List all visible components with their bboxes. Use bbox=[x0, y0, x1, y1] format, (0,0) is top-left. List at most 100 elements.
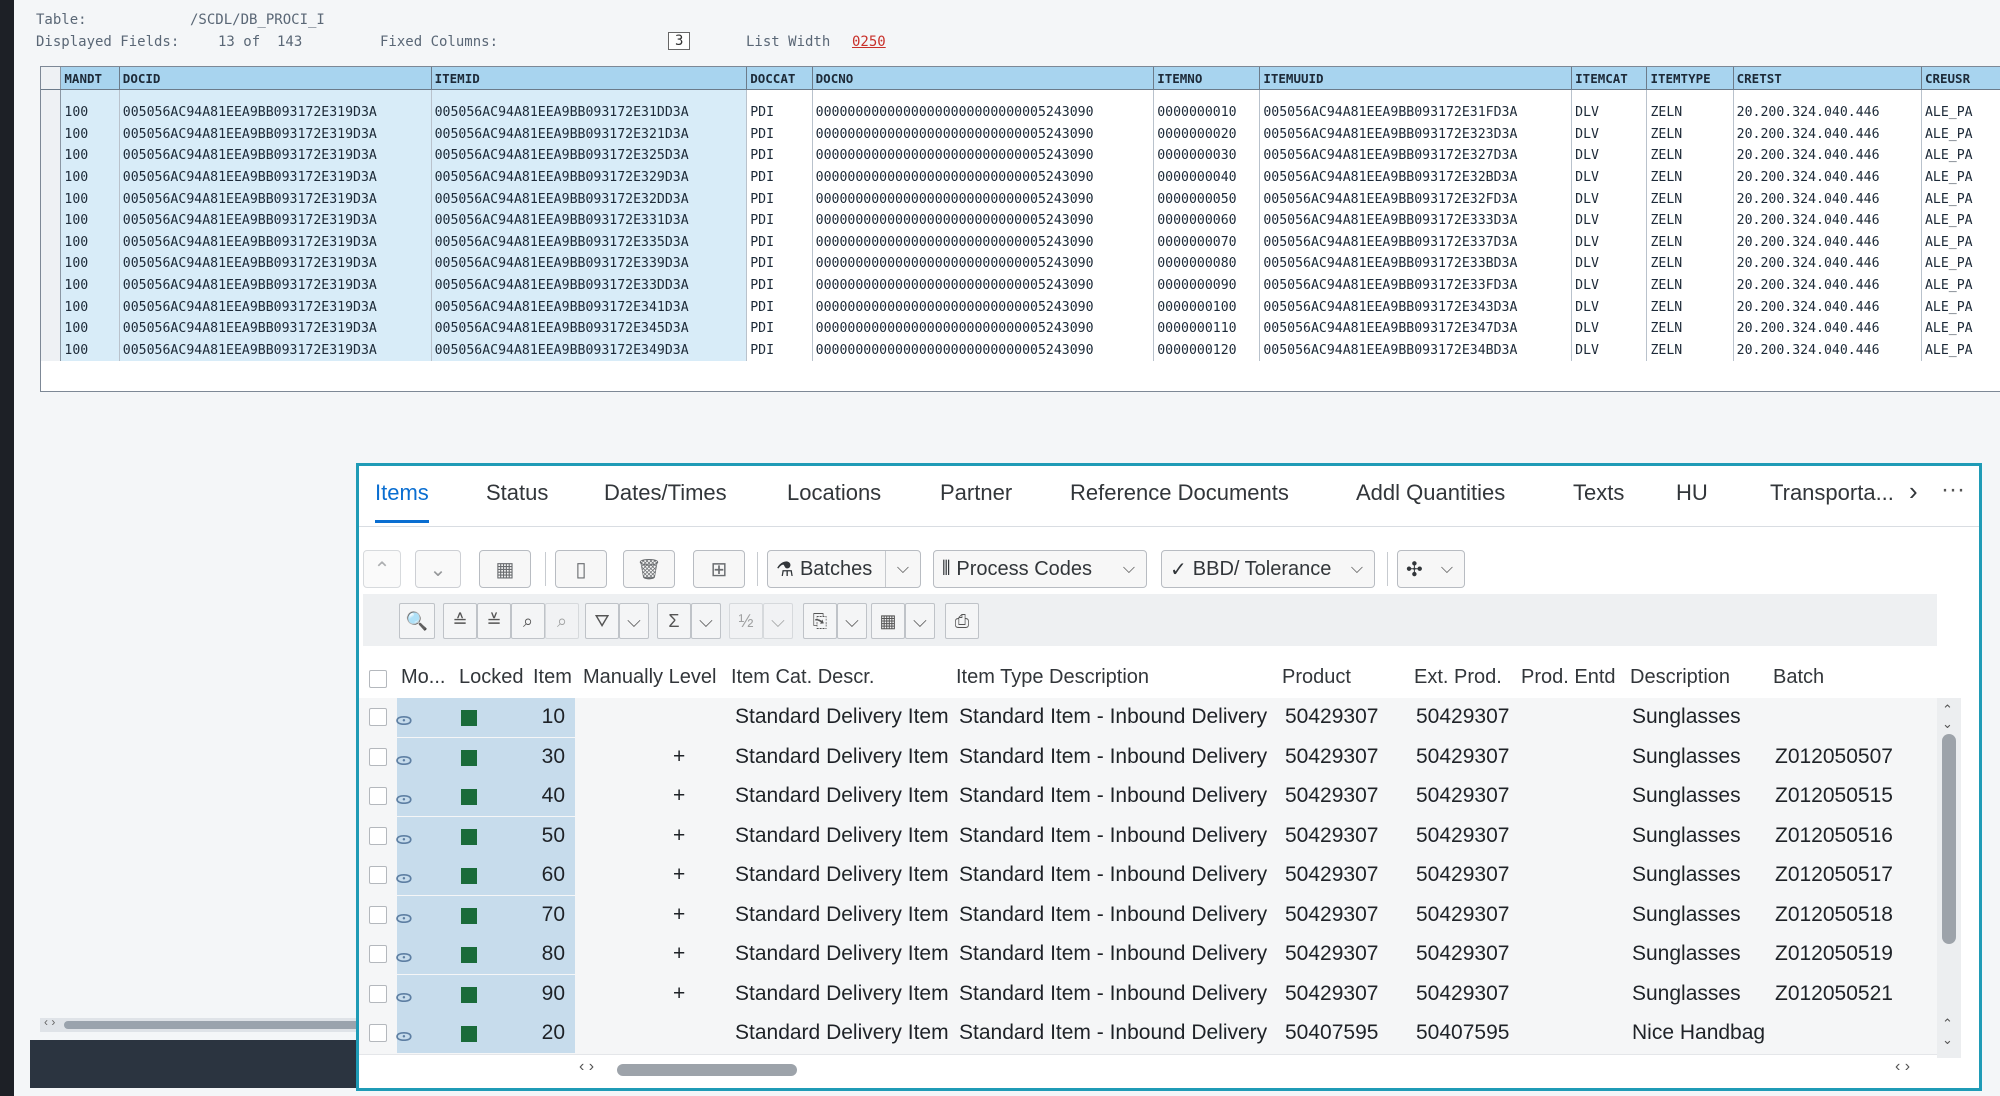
col-header-manually-level[interactable]: Manually Level bbox=[583, 666, 716, 689]
link-icon[interactable]: ᯣ bbox=[395, 905, 413, 929]
row-selector[interactable] bbox=[41, 123, 62, 146]
tab-texts[interactable]: Texts bbox=[1573, 480, 1624, 506]
se16-table-row[interactable]: 100 005056AC94A81EEA9BB093172E319D3A 00505… bbox=[41, 317, 2000, 340]
cell-product[interactable]: 50407595 bbox=[1285, 1021, 1378, 1045]
row-checkbox[interactable] bbox=[369, 747, 387, 766]
tab-items[interactable]: Items bbox=[375, 480, 429, 523]
tab-hu[interactable]: HU bbox=[1676, 480, 1708, 506]
cell-product[interactable]: 50429307 bbox=[1285, 942, 1378, 966]
link-icon[interactable]: ᯣ bbox=[395, 747, 413, 771]
cell-batch[interactable]: Z012050516 bbox=[1775, 824, 1893, 848]
row-selector[interactable] bbox=[41, 209, 62, 232]
row-selector[interactable] bbox=[41, 296, 62, 318]
select-all-checkbox[interactable] bbox=[369, 670, 387, 688]
chevron-down-icon[interactable]: ⌵ bbox=[1112, 551, 1146, 587]
se16-col-header-itemcat[interactable]: ITEMCAT bbox=[1571, 67, 1648, 90]
cell-batch[interactable]: Z012050515 bbox=[1775, 784, 1893, 808]
process-codes-menu-button[interactable]: ⫴ Process Codes ⌵ bbox=[933, 550, 1147, 588]
link-icon[interactable]: ᯣ bbox=[395, 786, 413, 810]
grid-row[interactable]: ᯣ 70 + Standard Delivery Item Standard Item … bbox=[359, 895, 1939, 936]
detail-view-button[interactable]: ▦ bbox=[479, 550, 531, 588]
row-selector[interactable] bbox=[41, 274, 62, 297]
export-button[interactable]: ⎘ bbox=[803, 603, 837, 639]
subtotal-dropdown-button[interactable]: ⌵ bbox=[763, 603, 793, 639]
grid-row[interactable]: ᯣ 10 Standard Delivery Item Standard Item -… bbox=[359, 698, 1939, 739]
se16-table-row[interactable]: 100 005056AC94A81EEA9BB093172E319D3A 00505… bbox=[41, 253, 2000, 275]
chevron-down-icon[interactable]: ⌵ bbox=[1430, 551, 1464, 587]
se16-col-header-itemuuid[interactable]: ITEMUUID bbox=[1259, 67, 1573, 90]
se16-table-row[interactable]: 100 005056AC94A81EEA9BB093172E319D3A 00505… bbox=[41, 145, 2000, 167]
row-checkbox[interactable] bbox=[369, 708, 387, 726]
cell-product[interactable]: 50429307 bbox=[1285, 745, 1378, 769]
layout-dropdown-button[interactable]: ⌵ bbox=[905, 603, 935, 639]
find-next-button[interactable]: ⌕ bbox=[545, 603, 579, 639]
row-selector[interactable] bbox=[41, 166, 62, 189]
scroll-left-icon[interactable]: ‹ › bbox=[579, 1058, 594, 1076]
tab-locations[interactable]: Locations bbox=[787, 480, 881, 506]
row-selector[interactable] bbox=[41, 102, 62, 124]
tab-dates-times[interactable]: Dates/Times bbox=[604, 480, 727, 506]
cell-product[interactable]: 50429307 bbox=[1285, 705, 1378, 729]
cell-batch[interactable]: Z012050518 bbox=[1775, 903, 1893, 927]
link-icon[interactable]: ᯣ bbox=[395, 865, 413, 889]
col-header-item[interactable]: Item bbox=[533, 666, 572, 689]
scroll-down-icon[interactable]: ⌄ bbox=[1942, 1032, 1953, 1048]
se16-col-header-docid[interactable]: DOCID bbox=[119, 67, 432, 90]
row-checkbox[interactable] bbox=[369, 905, 387, 924]
print-preview-button[interactable]: ⎙ bbox=[945, 603, 979, 639]
move-up-button[interactable]: ⌃ bbox=[363, 550, 401, 588]
tab-reference-documents[interactable]: Reference Documents bbox=[1070, 480, 1289, 506]
tab-scroll-right-icon[interactable]: › bbox=[1909, 476, 1918, 507]
row-checkbox[interactable] bbox=[369, 1024, 387, 1042]
more-actions-menu-button[interactable]: ✣ ⌵ bbox=[1397, 550, 1465, 588]
se16-table-row[interactable]: 100 005056AC94A81EEA9BB093172E319D3A 00505… bbox=[41, 123, 2000, 146]
col-header-description[interactable]: Description bbox=[1630, 666, 1730, 689]
cell-product[interactable]: 50429307 bbox=[1285, 784, 1378, 808]
scroll-arrows-icon[interactable]: ‹ › bbox=[44, 1015, 55, 1029]
details-button[interactable]: 🔍 bbox=[399, 603, 435, 639]
cell-product[interactable]: 50429307 bbox=[1285, 863, 1378, 887]
row-selector[interactable] bbox=[41, 253, 62, 275]
row-checkbox[interactable] bbox=[369, 826, 387, 845]
cell-product[interactable]: 50429307 bbox=[1285, 982, 1378, 1006]
move-down-button[interactable]: ⌄ bbox=[415, 550, 461, 588]
col-header-ext-prod[interactable]: Ext. Prod. bbox=[1414, 666, 1502, 689]
grid-row[interactable]: ᯣ 90 + Standard Delivery Item Standard Item … bbox=[359, 974, 1939, 1015]
se16-table-row[interactable]: 100 005056AC94A81EEA9BB093172E319D3A 00505… bbox=[41, 102, 2000, 124]
find-button[interactable]: ⌕ bbox=[511, 603, 545, 639]
link-icon[interactable]: ᯣ bbox=[395, 707, 413, 731]
tab-status[interactable]: Status bbox=[486, 480, 548, 506]
grid-row[interactable]: ᯣ 30 + Standard Delivery Item Standard Item … bbox=[359, 737, 1939, 778]
cell-batch[interactable]: Z012050507 bbox=[1775, 745, 1893, 769]
link-icon[interactable]: ᯣ bbox=[395, 826, 413, 850]
col-header-prod-entd[interactable]: Prod. Entd bbox=[1521, 666, 1616, 689]
chevron-down-icon[interactable]: ⌵ bbox=[1340, 551, 1374, 587]
grid-row[interactable]: ᯣ 50 + Standard Delivery Item Standard Item … bbox=[359, 816, 1939, 857]
sort-descending-button[interactable]: ≚ bbox=[477, 603, 511, 639]
se16-col-header-cretst[interactable]: CRETST bbox=[1733, 67, 1922, 90]
fixed-columns-input[interactable]: 3 bbox=[668, 32, 691, 50]
link-icon[interactable]: ᯣ bbox=[395, 984, 413, 1008]
delete-item-button[interactable]: 🗑 bbox=[623, 550, 675, 588]
subtotal-button[interactable]: ½ bbox=[729, 603, 763, 639]
grid-row[interactable]: ᯣ 20 Standard Delivery Item Standard Item -… bbox=[359, 1014, 1939, 1055]
se16-col-header-docno[interactable]: DOCNO bbox=[812, 67, 1155, 90]
se16-table-row[interactable]: 100 005056AC94A81EEA9BB093172E319D3A 00505… bbox=[41, 231, 2000, 254]
tab-partner[interactable]: Partner bbox=[940, 480, 1012, 506]
create-item-button[interactable]: ▯ bbox=[555, 550, 607, 588]
se16-col-header-doccat[interactable]: DOCCAT bbox=[746, 67, 813, 90]
col-header-item-type-description[interactable]: Item Type Description bbox=[956, 666, 1149, 689]
chevron-down-icon[interactable]: ⌵ bbox=[885, 551, 920, 587]
total-button[interactable]: Σ bbox=[657, 603, 691, 639]
row-checkbox[interactable] bbox=[369, 866, 387, 884]
col-header-batch[interactable]: Batch bbox=[1773, 666, 1824, 689]
vertical-scroll-thumb[interactable] bbox=[1942, 734, 1956, 944]
grid-row[interactable]: ᯣ 80 + Standard Delivery Item Standard Item … bbox=[359, 935, 1939, 976]
row-checkbox[interactable] bbox=[369, 787, 387, 805]
bbd-tolerance-menu-button[interactable]: ✓ BBD/ Tolerance ⌵ bbox=[1161, 550, 1375, 588]
link-icon[interactable]: ᯣ bbox=[395, 1023, 413, 1047]
scroll-thumb[interactable] bbox=[64, 1021, 364, 1029]
cell-batch[interactable]: Z012050521 bbox=[1775, 982, 1893, 1006]
grid-horizontal-scrollbar[interactable]: ‹ › ‹ › bbox=[579, 1058, 1959, 1080]
batches-menu-button[interactable]: ⚗ Batches ⌵ bbox=[767, 550, 921, 588]
